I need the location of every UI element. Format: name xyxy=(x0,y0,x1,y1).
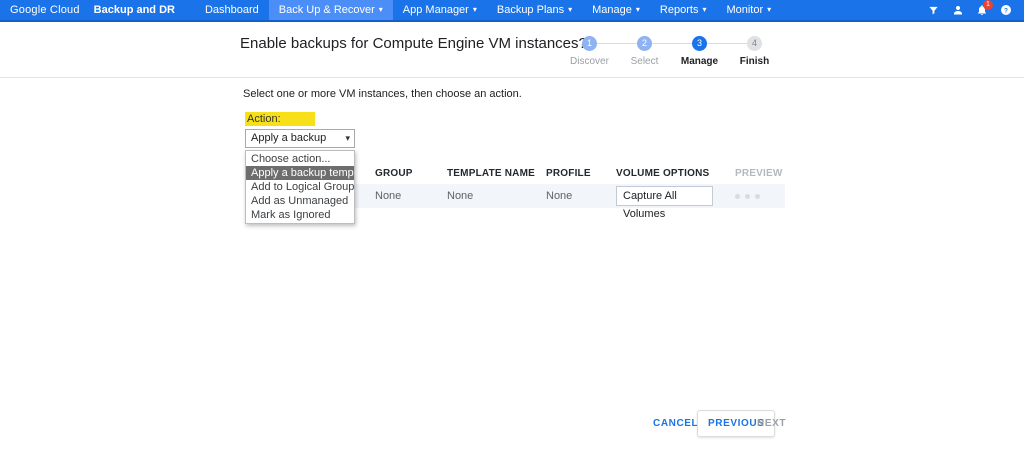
step-label: Select xyxy=(631,56,659,67)
nav-item-label: Backup Plans xyxy=(497,4,564,16)
nav-item-label: App Manager xyxy=(403,4,469,16)
nav-menu: Dashboard Back Up & Recover App Manager … xyxy=(195,0,781,20)
filter-icon[interactable] xyxy=(927,4,940,17)
top-navbar: Google Cloud Backup and DR Dashboard Bac… xyxy=(0,0,1024,22)
action-label: Action: xyxy=(245,112,315,126)
action-dropdown-menu: Choose action... Apply a backup template… xyxy=(245,150,355,224)
cell-profile: None xyxy=(546,184,572,208)
menu-item-add-to-logical-group[interactable]: Add to Logical Group xyxy=(246,180,354,194)
step-label: Manage xyxy=(681,56,718,67)
header-divider xyxy=(0,77,1024,78)
cancel-button[interactable]: CANCEL xyxy=(653,418,698,429)
menu-item-add-as-unmanaged[interactable]: Add as Unmanaged xyxy=(246,194,354,208)
page-header: Enable backups for Compute Engine VM ins… xyxy=(0,22,1024,77)
brand: Google Cloud Backup and DR xyxy=(0,0,175,20)
chevron-down-icon xyxy=(767,6,771,14)
cell-template-name: None xyxy=(447,184,473,208)
stepper-steps: 1 Discover 2 Select 3 Manage 4 Finish xyxy=(562,29,782,67)
user-icon[interactable] xyxy=(951,4,964,17)
nav-item-reports[interactable]: Reports xyxy=(650,0,717,20)
nav-item-monitor[interactable]: Monitor xyxy=(716,0,781,20)
menu-item-mark-as-ignored[interactable]: Mark as Ignored xyxy=(246,208,354,222)
menu-item-choose-action[interactable]: Choose action... xyxy=(246,152,354,166)
action-select[interactable]: Apply a backup template xyxy=(245,129,355,148)
step-select: 2 Select xyxy=(617,29,672,67)
step-finish: 4 Finish xyxy=(727,29,782,67)
volume-options-select[interactable]: Capture All Volumes xyxy=(616,186,713,206)
help-icon[interactable]: ? xyxy=(999,4,1012,17)
nav-item-dashboard[interactable]: Dashboard xyxy=(195,0,269,20)
backup-dr-console: Google Cloud Backup and DR Dashboard Bac… xyxy=(0,0,1024,450)
step-circle: 4 xyxy=(747,36,762,51)
column-header-group: GROUP xyxy=(375,168,413,179)
step-discover: 1 Discover xyxy=(562,29,617,67)
cell-group: None xyxy=(375,184,401,208)
chevron-down-icon xyxy=(379,6,383,14)
nav-item-label: Manage xyxy=(592,4,632,16)
step-circle: 2 xyxy=(637,36,652,51)
column-header-profile: PROFILE xyxy=(546,168,591,179)
wizard-footer: CANCEL PREVIOUS NEXT xyxy=(0,408,1024,444)
page-title: Enable backups for Compute Engine VM ins… xyxy=(240,35,587,52)
dot xyxy=(755,194,760,199)
navbar-actions: 1 ? xyxy=(927,0,1024,20)
chevron-down-icon xyxy=(702,6,706,14)
nav-item-backup-plans[interactable]: Backup Plans xyxy=(487,0,582,20)
step-label: Discover xyxy=(570,56,609,67)
wizard-stepper: 1 Discover 2 Select 3 Manage 4 Finish xyxy=(562,29,782,73)
chevron-down-icon xyxy=(636,6,640,14)
column-header-preview: PREVIEW xyxy=(735,168,783,179)
column-header-template-name: TEMPLATE NAME xyxy=(447,168,535,179)
instruction-text: Select one or more VM instances, then ch… xyxy=(243,88,522,100)
step-circle: 3 xyxy=(692,36,707,51)
next-button[interactable]: NEXT xyxy=(757,418,786,429)
svg-text:?: ? xyxy=(1004,7,1008,14)
preview-loading-dots xyxy=(735,194,760,199)
notifications-icon[interactable]: 1 xyxy=(975,4,988,17)
dot xyxy=(745,194,750,199)
dot xyxy=(735,194,740,199)
product-name: Backup and DR xyxy=(94,4,175,16)
volume-options-value: Capture All Volumes xyxy=(623,190,677,220)
nav-item-back-up-recover[interactable]: Back Up & Recover xyxy=(269,0,393,20)
nav-item-label: Reports xyxy=(660,4,699,16)
nav-item-label: Back Up & Recover xyxy=(279,4,375,16)
nav-item-label: Dashboard xyxy=(205,4,259,16)
chevron-down-icon xyxy=(345,130,350,147)
nav-item-app-manager[interactable]: App Manager xyxy=(393,0,487,20)
google-cloud-logo: Google Cloud xyxy=(10,4,80,16)
step-label: Finish xyxy=(740,56,769,67)
menu-item-apply-backup-template[interactable]: Apply a backup template xyxy=(246,166,354,180)
column-header-volume-options: VOLUME OPTIONS xyxy=(616,168,709,179)
step-manage: 3 Manage xyxy=(672,29,727,67)
nav-item-manage[interactable]: Manage xyxy=(582,0,650,20)
notification-badge: 1 xyxy=(983,0,993,10)
step-circle: 1 xyxy=(582,36,597,51)
chevron-down-icon xyxy=(473,6,477,14)
chevron-down-icon xyxy=(568,6,572,14)
nav-item-label: Monitor xyxy=(726,4,763,16)
